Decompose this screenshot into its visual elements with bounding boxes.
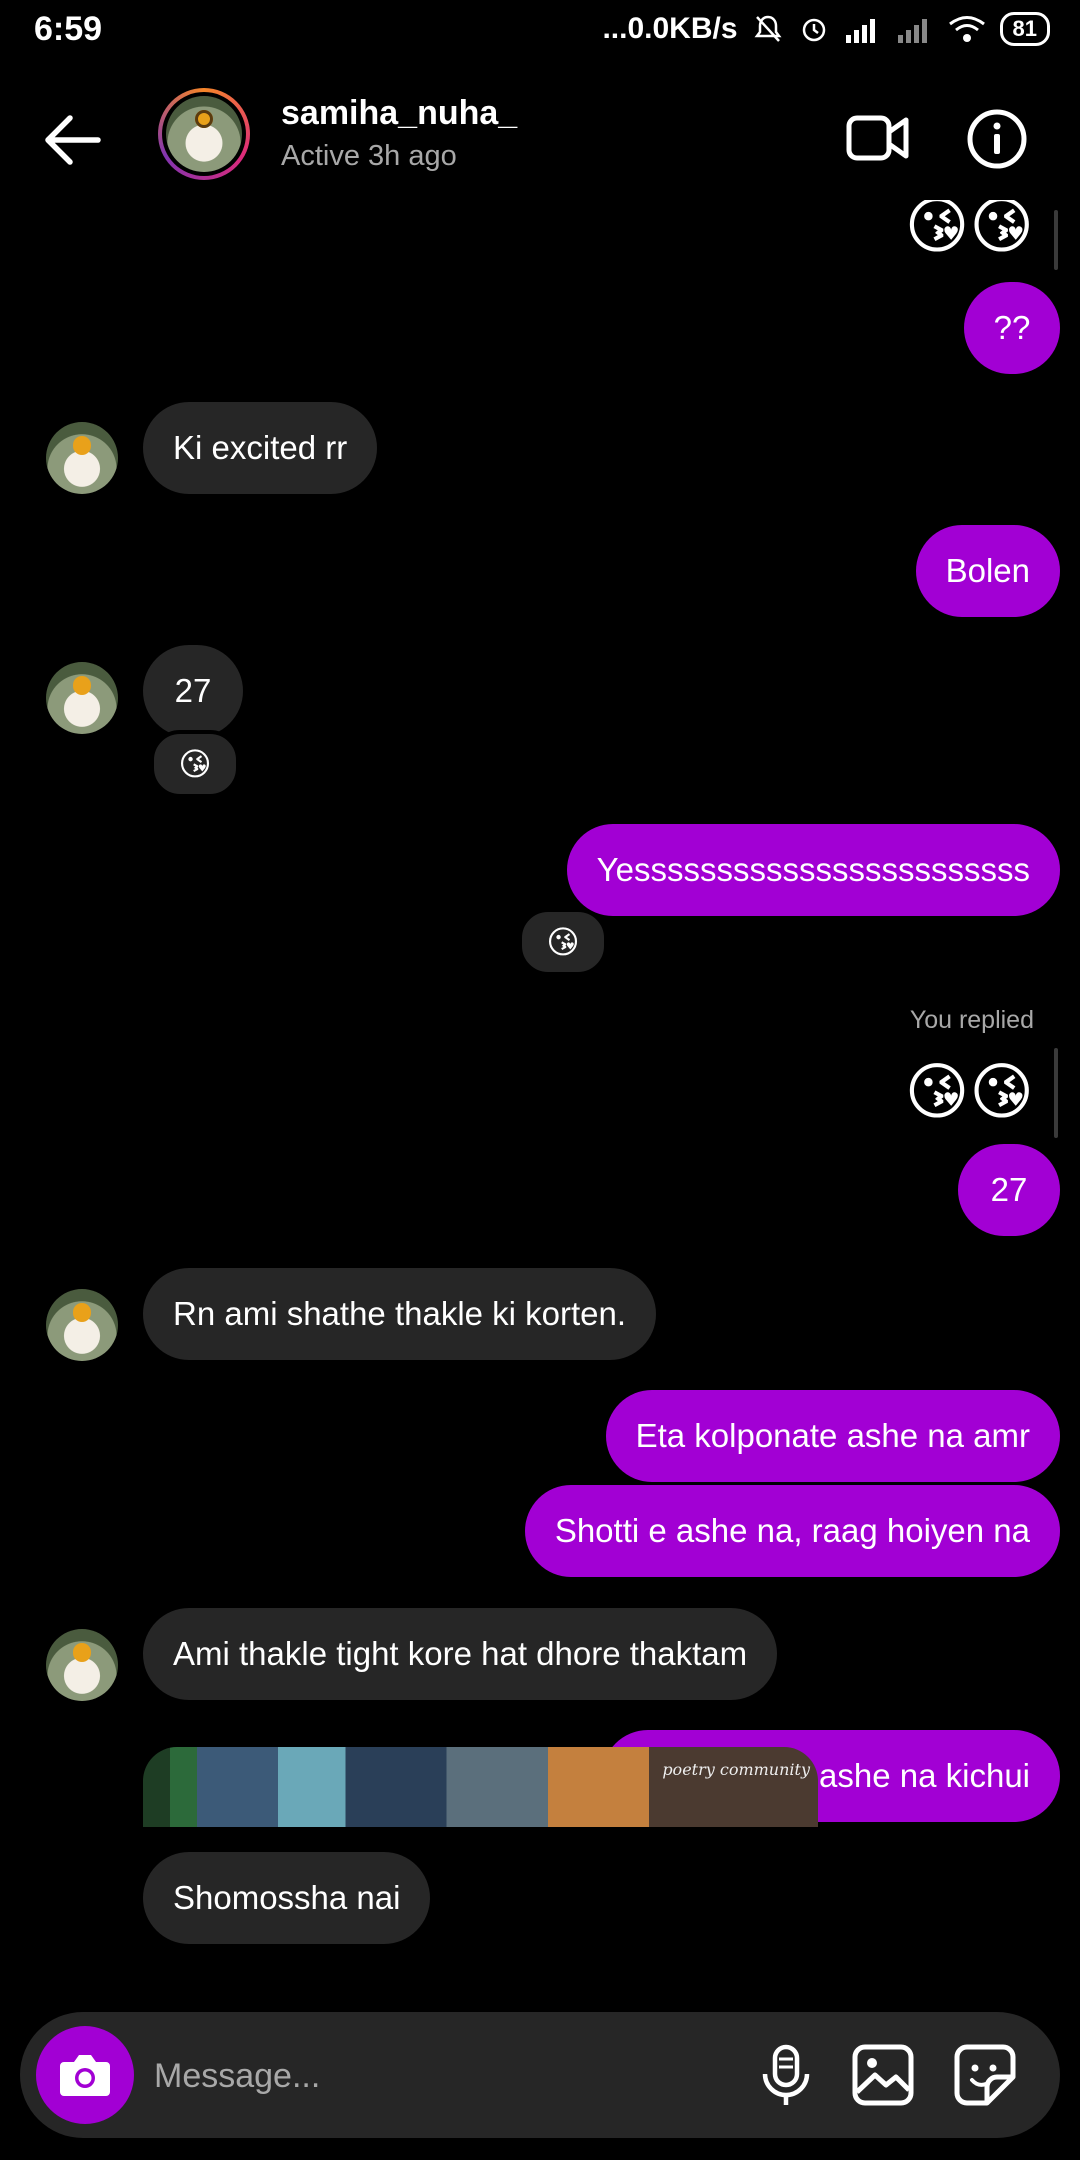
reply-indicator [1054,1048,1058,1138]
info-button[interactable] [966,108,1028,170]
received-message[interactable]: Shomossha nai [143,1852,431,1944]
wifi-icon [948,15,986,43]
shared-image[interactable]: poetry community [143,1747,818,1827]
sender-avatar[interactable] [46,422,118,494]
sent-message[interactable]: ?? [964,282,1060,374]
received-message[interactable]: Rn ami shathe thakle ki korten. [143,1268,657,1360]
mute-icon [752,13,784,45]
gallery-icon [852,2044,914,2106]
image-caption: poetry community [662,1760,810,1779]
gallery-button[interactable] [850,2042,916,2108]
network-speed: ...0.0KB/s [602,12,738,45]
reply-indicator [1054,210,1058,270]
info-icon [967,109,1027,169]
avatar-image [166,96,242,172]
battery-icon: 81 [999,12,1050,46]
message-emoji[interactable]: 😘😘 [905,200,1034,262]
status-bar: 6:59 ...0.0KB/s 81 [0,0,1080,62]
avatar[interactable] [158,88,250,180]
signal-icon [844,15,882,43]
sent-message[interactable]: 27 [958,1144,1060,1236]
active-status: Active 3h ago [281,140,457,172]
sent-message[interactable]: Bolen [915,525,1060,617]
received-message[interactable]: Ami thakle tight kore hat dhore thaktam [143,1608,778,1700]
microphone-icon [762,2044,810,2105]
camera-icon [60,2055,110,2096]
sticker-icon [954,2044,1016,2106]
sent-message[interactable]: Eta kolponate ashe na amr [605,1390,1060,1482]
message-emoji[interactable]: 😘😘 [905,1058,1034,1128]
video-call-button[interactable] [846,110,910,166]
status-time: 6:59 [34,10,103,48]
sender-avatar[interactable] [46,1289,118,1361]
alarm-icon [798,13,830,45]
contact-username[interactable]: samiha_nuha_ [281,94,517,133]
message-list[interactable]: 😘😘 ?? Ki excited rr Bolen 27 😘 Yesssssss… [0,200,1080,2010]
sender-avatar[interactable] [46,662,118,734]
microphone-button[interactable] [756,2044,816,2108]
reply-label: You replied [909,1006,1034,1034]
camera-button[interactable] [36,2026,134,2124]
message-reaction[interactable]: 😘 [518,908,608,976]
received-message[interactable]: Ki excited rr [143,402,378,494]
signal-icon [896,15,934,43]
chat-header: samiha_nuha_ Active 3h ago [0,80,1080,200]
sticker-button[interactable] [952,2042,1018,2108]
message-input[interactable] [152,2042,716,2110]
back-arrow-icon [45,115,101,165]
status-icons: ...0.0KB/s 81 [602,12,1050,46]
sender-avatar[interactable] [46,1629,118,1701]
received-message[interactable]: 27 [143,645,243,737]
sent-message[interactable]: Yessssssssssssssssssssssss [566,824,1060,916]
video-call-icon [846,115,909,161]
message-reaction[interactable]: 😘 [150,730,240,798]
message-composer [20,2012,1060,2138]
sent-message[interactable]: Shotti e ashe na, raag hoiyen na [524,1485,1060,1577]
back-button[interactable] [40,110,104,170]
